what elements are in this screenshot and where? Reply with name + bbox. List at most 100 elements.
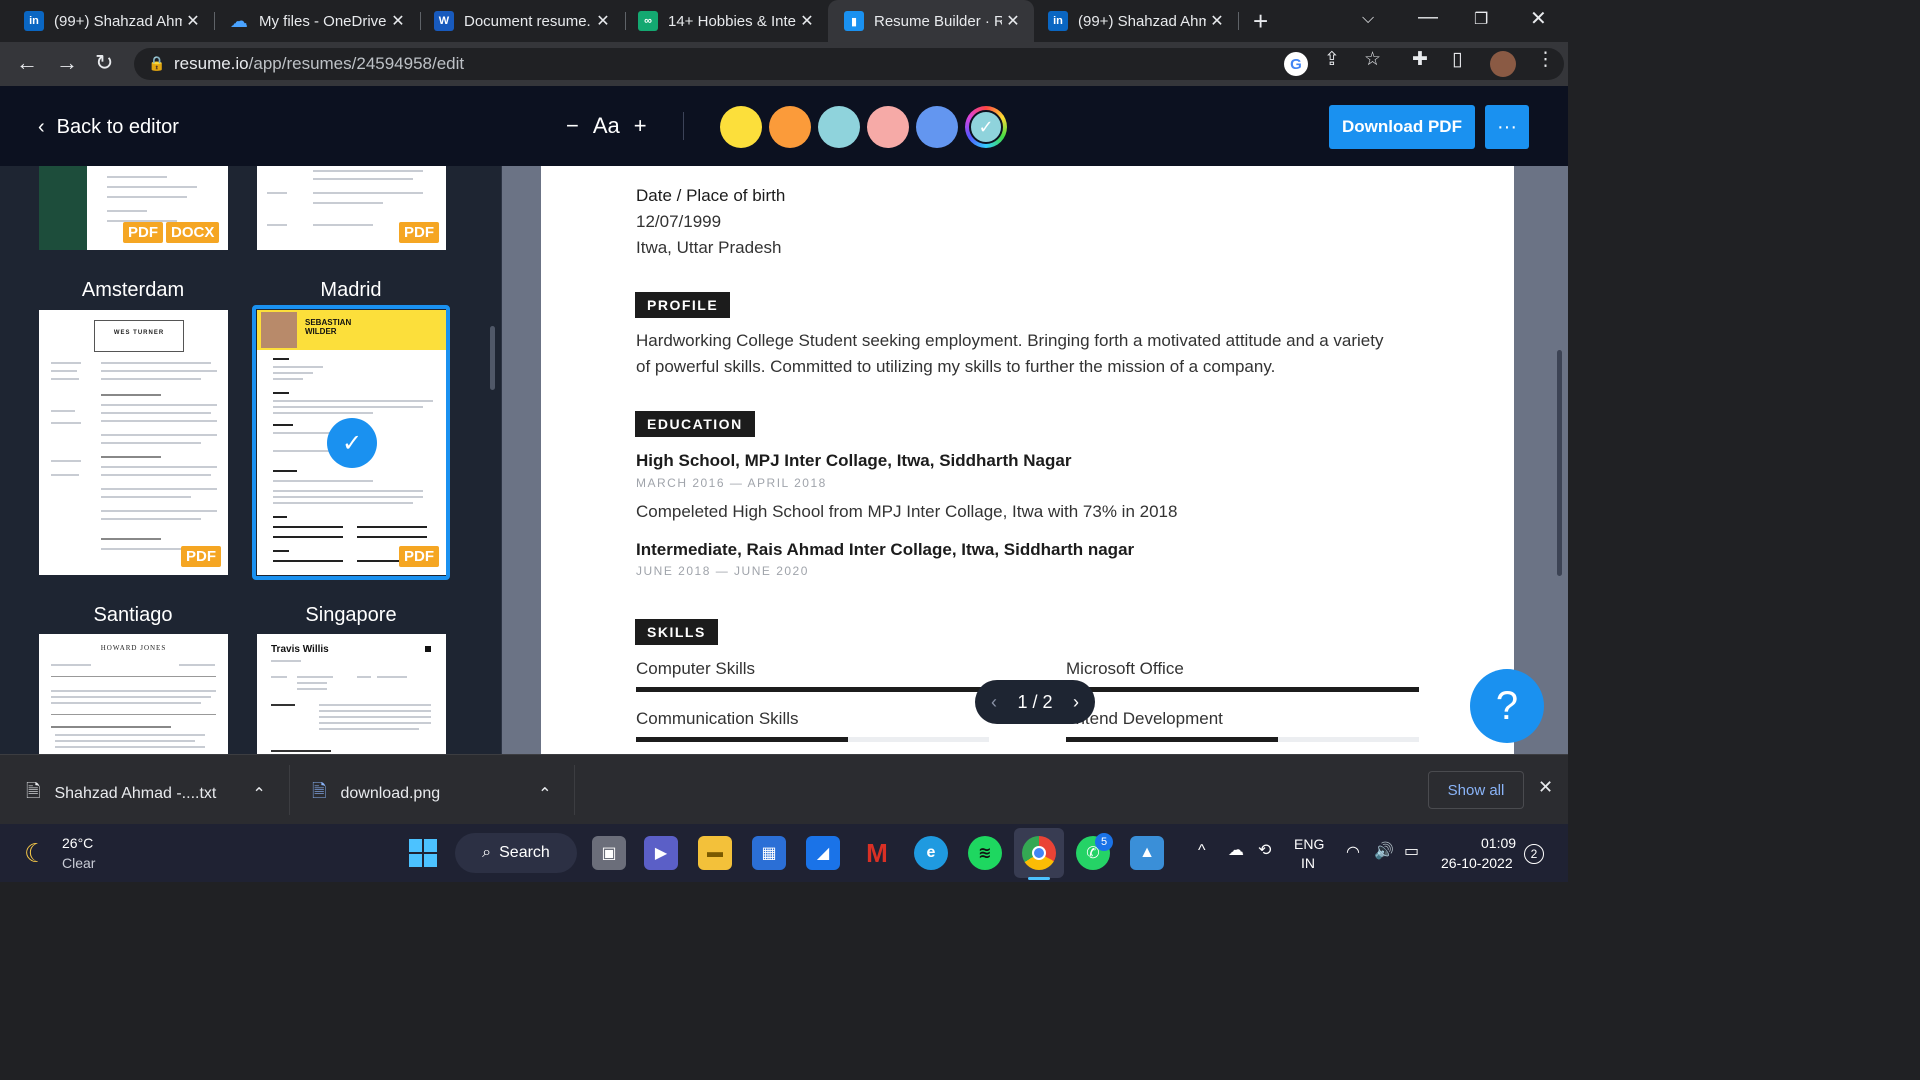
image-file-icon: 🗎 bbox=[312, 781, 327, 801]
template-thumbnail-amsterdam[interactable]: WES TURNER bbox=[39, 310, 228, 575]
clock-time[interactable]: 01:09 bbox=[1481, 835, 1516, 851]
google-icon[interactable]: G bbox=[1284, 52, 1308, 76]
color-swatch-yellow[interactable] bbox=[720, 106, 762, 148]
template-name-amsterdam[interactable]: Amsterdam bbox=[38, 279, 228, 302]
tab-search-icon[interactable]: ⌵ bbox=[1362, 10, 1374, 28]
skill-level-fill bbox=[1066, 687, 1419, 692]
docx-badge[interactable]: DOCX bbox=[166, 222, 220, 243]
template-thumbnail-singapore[interactable]: Travis Willis bbox=[257, 634, 446, 754]
skill-name: Communication Skills bbox=[636, 709, 799, 728]
back-to-editor-button[interactable]: ‹ Back to editor bbox=[38, 116, 179, 139]
new-tab-button[interactable]: + bbox=[1253, 6, 1268, 37]
weather-temp[interactable]: 26°C bbox=[62, 835, 93, 851]
close-tab-icon[interactable]: ✕ bbox=[182, 11, 204, 31]
chevron-up-icon[interactable]: ^ bbox=[1198, 842, 1206, 860]
restore-icon[interactable]: ❐ bbox=[1474, 9, 1488, 29]
download-pdf-button[interactable]: Download PDF bbox=[1329, 105, 1475, 149]
chrome-icon[interactable] bbox=[1022, 836, 1056, 870]
color-swatch-pink[interactable] bbox=[867, 106, 909, 148]
task-view-icon[interactable]: ▣ bbox=[592, 836, 626, 870]
pdf-badge[interactable]: PDF bbox=[399, 222, 439, 243]
download-filename: Shahzad Ahmad -....txt bbox=[54, 785, 217, 802]
mcafee-icon[interactable]: M bbox=[860, 836, 894, 870]
prev-page-icon[interactable]: ‹ bbox=[991, 692, 997, 713]
linkedin-icon: in bbox=[1048, 11, 1068, 31]
browser-tab[interactable]: W Document resume... ✕ bbox=[410, 0, 624, 42]
bookmark-star-icon[interactable]: ☆ bbox=[1364, 48, 1381, 71]
moon-weather-icon[interactable]: ☾ bbox=[24, 838, 47, 869]
download-divider bbox=[574, 765, 575, 815]
template-name-madrid[interactable]: Madrid bbox=[256, 279, 446, 302]
side-panel-icon[interactable]: ▯ bbox=[1452, 48, 1462, 71]
close-tab-icon[interactable]: ✕ bbox=[1206, 11, 1228, 31]
menu-dots-icon[interactable]: ⋮ bbox=[1536, 48, 1555, 71]
education-dates: JUNE 2018 — JUNE 2020 bbox=[636, 564, 809, 578]
photos-icon[interactable]: ▲ bbox=[1130, 836, 1164, 870]
edge-icon[interactable]: e bbox=[914, 836, 948, 870]
browser-tab-bar: in (99+) Shahzad Ahm ✕ ☁ My files - OneD… bbox=[0, 0, 1568, 42]
windows-start-icon[interactable] bbox=[406, 836, 440, 870]
extensions-icon[interactable]: ✚ bbox=[1412, 48, 1428, 71]
increase-font-button[interactable]: + bbox=[634, 113, 647, 139]
show-all-button[interactable]: Show all bbox=[1428, 771, 1524, 809]
microsoft-store-icon[interactable]: ▦ bbox=[752, 836, 786, 870]
forward-arrow-icon[interactable]: → bbox=[56, 50, 78, 76]
notification-count-badge[interactable]: 2 bbox=[1524, 844, 1544, 864]
color-swatch-blue[interactable] bbox=[916, 106, 958, 148]
close-tab-icon[interactable]: ✕ bbox=[592, 11, 614, 31]
decrease-font-button[interactable]: − bbox=[566, 113, 579, 139]
education-description: Compeleted High School from MPJ Inter Co… bbox=[636, 502, 1178, 521]
santiago-header-name: HOWARD JONES bbox=[100, 644, 167, 652]
reload-icon[interactable]: ↻ bbox=[95, 50, 113, 76]
chevron-up-icon[interactable]: ⌃ bbox=[252, 784, 265, 804]
close-download-bar-icon[interactable]: ✕ bbox=[1538, 777, 1553, 798]
preview-scrollbar[interactable] bbox=[1557, 350, 1562, 576]
skill-level-fill bbox=[636, 687, 989, 692]
help-button[interactable]: ? bbox=[1470, 669, 1544, 743]
url-field[interactable]: 🔒 resume.io/app/resumes/24594958/edit bbox=[134, 48, 1564, 80]
browser-tab-active[interactable]: ▮ Resume Builder · Re ✕ bbox=[828, 0, 1034, 42]
download-item[interactable]: 🗎 Shahzad Ahmad -....txt ⌃ bbox=[26, 779, 266, 809]
browser-tab[interactable]: ☁ My files - OneDrive ✕ bbox=[205, 0, 419, 42]
close-tab-icon[interactable]: ✕ bbox=[796, 11, 818, 31]
weather-desc[interactable]: Clear bbox=[62, 855, 95, 871]
close-tab-icon[interactable]: ✕ bbox=[1002, 11, 1024, 31]
app-icon[interactable]: ◢ bbox=[806, 836, 840, 870]
template-thumbnail-santiago[interactable]: HOWARD JONES bbox=[39, 634, 228, 754]
profile-avatar[interactable] bbox=[1490, 51, 1516, 77]
browser-tab[interactable]: in (99+) Shahzad Ahm ✕ bbox=[1024, 0, 1238, 42]
word-icon: W bbox=[434, 11, 454, 31]
more-options-button[interactable]: ··· bbox=[1485, 105, 1529, 149]
spotify-icon[interactable]: ≋ bbox=[968, 836, 1002, 870]
minimize-icon[interactable]: — bbox=[1418, 6, 1438, 29]
chevron-up-icon[interactable]: ⌃ bbox=[538, 784, 551, 804]
next-page-icon[interactable]: › bbox=[1073, 692, 1079, 713]
clock-date[interactable]: 26-10-2022 bbox=[1441, 855, 1513, 871]
taskbar-search[interactable]: ⌕ Search bbox=[455, 833, 577, 873]
volume-icon[interactable]: 🔊 bbox=[1374, 841, 1394, 861]
pdf-badge[interactable]: PDF bbox=[399, 546, 439, 567]
back-arrow-icon[interactable]: ← bbox=[16, 50, 38, 76]
browser-tab[interactable]: in (99+) Shahzad Ahm ✕ bbox=[0, 0, 214, 42]
color-swatch-teal[interactable] bbox=[818, 106, 860, 148]
wifi-icon[interactable]: ◠ bbox=[1346, 842, 1360, 862]
onedrive-tray-icon[interactable]: ☁ bbox=[1228, 840, 1244, 860]
template-name-singapore[interactable]: Singapore bbox=[256, 604, 446, 627]
template-name-santiago[interactable]: Santiago bbox=[38, 604, 228, 627]
browser-tab[interactable]: ∞ 14+ Hobbies & Inte ✕ bbox=[614, 0, 828, 42]
color-swatch-orange[interactable] bbox=[769, 106, 811, 148]
close-tab-icon[interactable]: ✕ bbox=[387, 11, 409, 31]
sync-icon[interactable]: ⟲ bbox=[1258, 840, 1271, 860]
download-item[interactable]: 🗎 download.png ⌃ bbox=[312, 779, 552, 809]
battery-icon[interactable]: ▭ bbox=[1404, 841, 1419, 861]
file-explorer-icon[interactable]: ▬ bbox=[698, 836, 732, 870]
pdf-badge[interactable]: PDF bbox=[123, 222, 163, 243]
language-top[interactable]: ENG bbox=[1294, 836, 1324, 852]
teams-chat-icon[interactable]: ▶ bbox=[644, 836, 678, 870]
share-icon[interactable]: ⇪ bbox=[1324, 48, 1340, 71]
language-bottom[interactable]: IN bbox=[1301, 855, 1315, 871]
close-window-icon[interactable]: ✕ bbox=[1530, 6, 1547, 31]
color-picker-swatch[interactable]: ✓ bbox=[965, 106, 1007, 148]
pdf-badge[interactable]: PDF bbox=[181, 546, 221, 567]
gallery-scrollbar[interactable] bbox=[490, 326, 495, 390]
